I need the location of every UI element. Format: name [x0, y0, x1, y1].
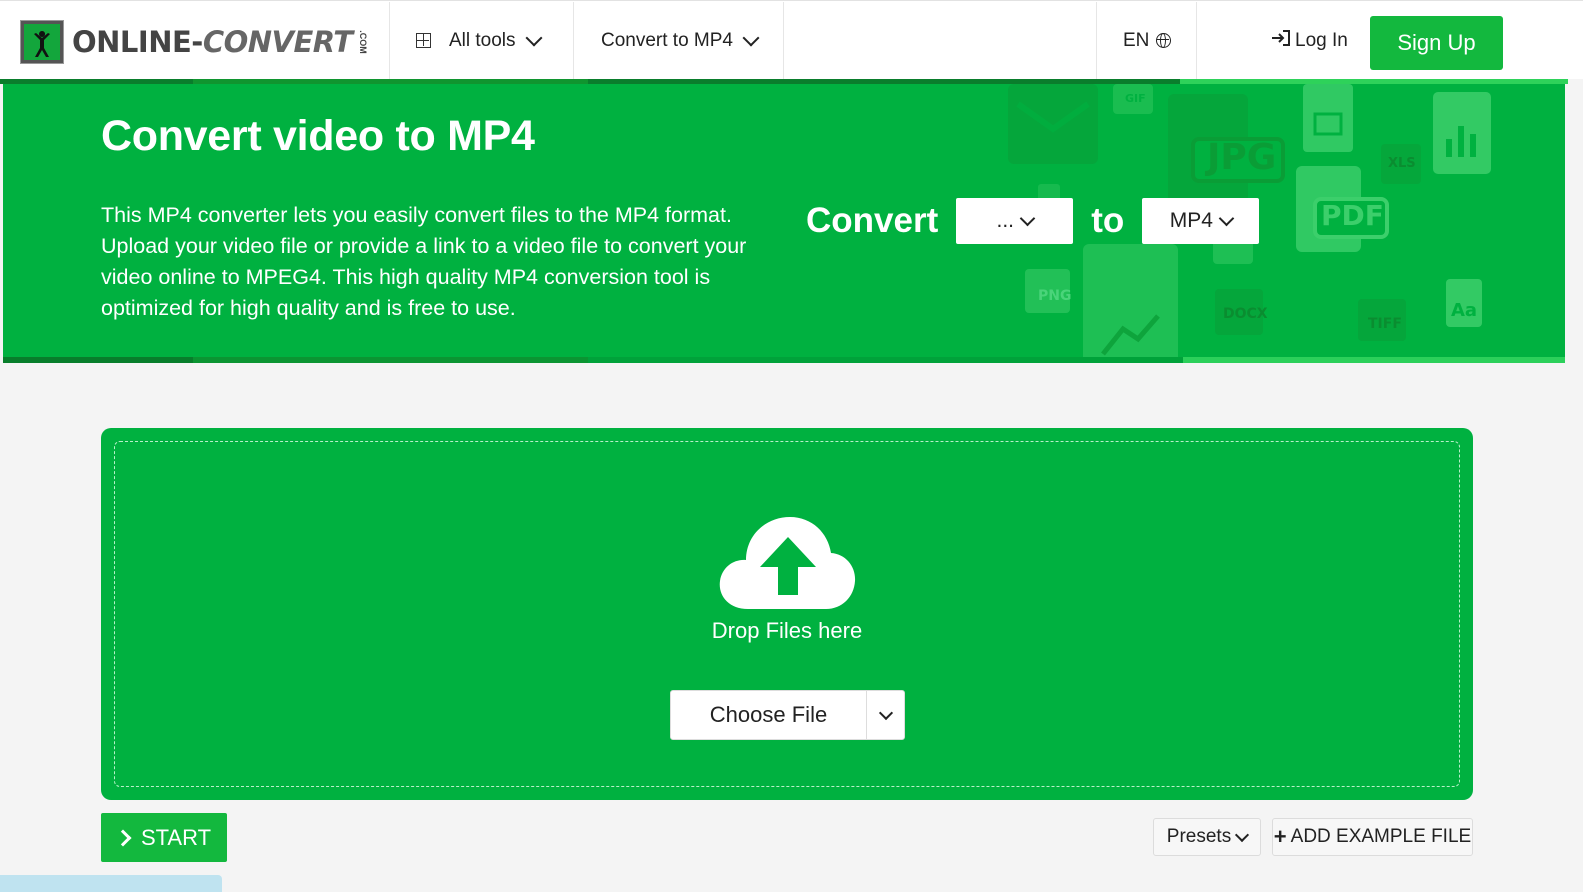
add-example-label: ADD EXAMPLE FILE	[1290, 826, 1472, 847]
source-format-select[interactable]: ...	[956, 198, 1074, 244]
file-drop-zone[interactable]: Drop Files here Choose File	[101, 428, 1473, 800]
conversion-selector: Convert ... to MP4	[806, 198, 1260, 244]
deco-label: PNG	[1038, 288, 1072, 304]
target-format-value: MP4	[1169, 209, 1213, 232]
deco-label: JPG	[1207, 137, 1277, 178]
all-tools-menu[interactable]: All tools	[416, 1, 543, 80]
login-label: Log In	[1295, 29, 1348, 51]
logo-text: ONLINE-CONVERT	[72, 25, 353, 59]
deco-label: GIF	[1125, 92, 1146, 105]
chevron-down-icon	[1218, 210, 1235, 226]
cloud-upload-icon	[719, 517, 856, 609]
start-label: START	[140, 824, 212, 850]
add-example-file-button[interactable]: + ADD EXAMPLE FILE	[1272, 818, 1473, 856]
nav-divider	[1196, 2, 1197, 80]
to-label: to	[1091, 201, 1125, 240]
nav-divider	[1096, 2, 1097, 80]
chevron-down-icon	[1235, 827, 1250, 842]
sign-in-icon	[1271, 29, 1291, 53]
chevron-down-icon	[878, 705, 893, 720]
grid-icon	[416, 33, 431, 48]
target-format-select[interactable]: MP4	[1142, 198, 1260, 244]
sign-up-button[interactable]: Sign Up	[1370, 16, 1503, 70]
plus-icon: +	[1273, 824, 1287, 849]
nav-divider	[783, 2, 784, 80]
browser-status-bar	[0, 875, 222, 892]
start-button[interactable]: START	[101, 813, 227, 862]
presets-label: Presets	[1166, 826, 1232, 847]
nav-divider	[389, 2, 390, 80]
globe-icon	[1156, 33, 1172, 48]
hero-accent-bar	[3, 357, 1565, 363]
page-description: This MP4 converter lets you easily conve…	[101, 203, 747, 320]
convert-label: Convert	[806, 201, 939, 240]
top-header: ONLINE-CONVERT .COM All tools Convert to…	[0, 0, 1583, 80]
nav-divider	[573, 2, 574, 80]
convert-to-mp4-menu[interactable]: Convert to MP4	[601, 1, 760, 80]
logo-icon	[20, 20, 64, 64]
choose-file-button[interactable]: Choose File	[671, 691, 867, 739]
chevron-down-icon	[742, 29, 760, 46]
logo-suffix: .COM	[357, 30, 368, 54]
convert-menu-label: Convert to MP4	[601, 29, 733, 51]
choose-file-group: Choose File	[670, 690, 905, 740]
language-selector[interactable]: EN	[1123, 1, 1172, 80]
chevron-down-icon	[1019, 210, 1036, 226]
deco-label: XLS	[1388, 156, 1416, 171]
page-title: Convert video to MP4	[101, 112, 535, 160]
deco-label: TIFF	[1368, 316, 1402, 332]
drop-files-text: Drop Files here	[711, 618, 863, 643]
logo[interactable]: ONLINE-CONVERT .COM	[20, 19, 374, 65]
source-format-value: ...	[996, 209, 1014, 232]
presets-button[interactable]: Presets	[1153, 818, 1261, 856]
deco-label: Aa	[1451, 300, 1478, 321]
deco-label: PDF	[1321, 199, 1384, 232]
login-link[interactable]: Log In	[1271, 1, 1348, 80]
choose-file-dropdown[interactable]	[867, 691, 904, 739]
all-tools-label: All tools	[449, 29, 516, 51]
language-label: EN	[1123, 29, 1150, 51]
chevron-down-icon	[525, 29, 543, 46]
hero-banner: JPG PDF PNG Aa DOCX TIFF XLS GIF Convert…	[3, 84, 1565, 363]
chevron-right-icon	[114, 829, 132, 846]
deco-label: DOCX	[1223, 306, 1268, 322]
